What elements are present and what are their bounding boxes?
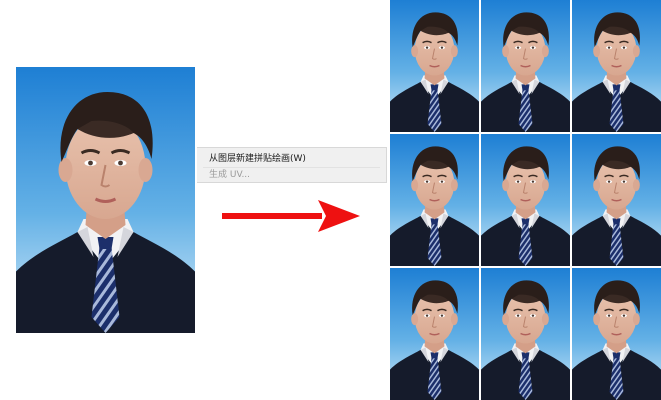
tiled-portrait [481,0,570,132]
tiled-portrait [481,268,570,400]
right-arrow-icon [222,196,360,236]
tiled-portrait-grid [390,0,661,400]
tiled-portrait [572,134,661,266]
menu-item-generate-uv[interactable]: 生成 UV... [209,169,250,181]
context-menu: 从图层新建拼贴绘画(W) 生成 UV... [197,147,387,183]
tiled-portrait [572,0,661,132]
tiled-portrait [390,0,479,132]
menu-separator [203,167,380,168]
tiled-portrait [390,134,479,266]
tiled-portrait [572,268,661,400]
menu-item-new-tiled-painting[interactable]: 从图层新建拼贴绘画(W) [209,153,306,165]
tiled-portrait [390,268,479,400]
original-portrait-photo [16,67,195,333]
tiled-portrait [481,134,570,266]
